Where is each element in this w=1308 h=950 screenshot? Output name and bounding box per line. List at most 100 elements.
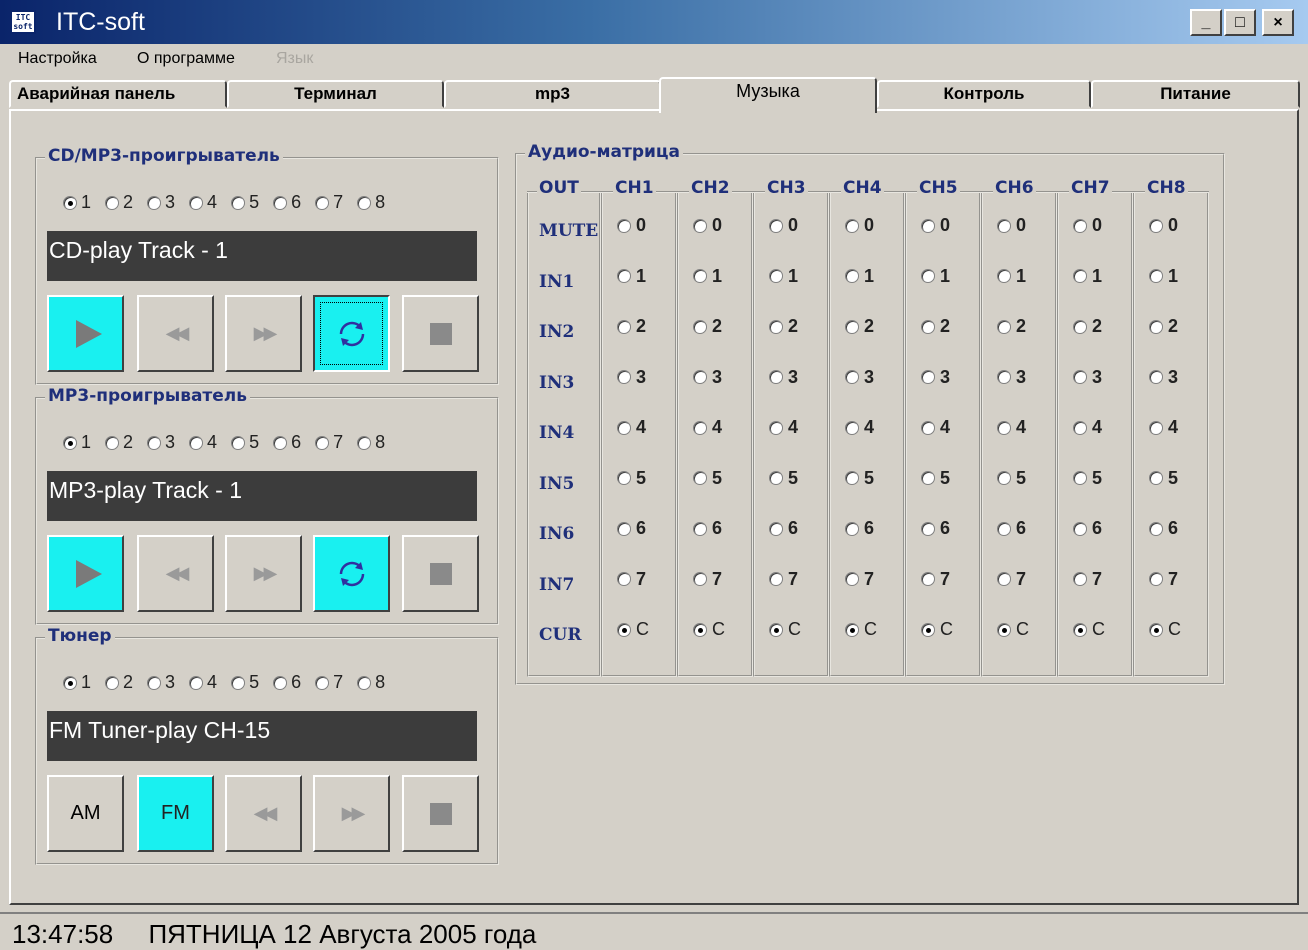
matrix-route-option[interactable]: 1 — [845, 266, 874, 287]
matrix-route-option[interactable]: 3 — [693, 367, 722, 388]
radio-icon[interactable] — [1073, 521, 1087, 536]
matrix-route-option[interactable]: 0 — [997, 215, 1026, 236]
matrix-route-option[interactable]: 0 — [769, 215, 798, 236]
matrix-route-option[interactable]: 3 — [921, 367, 950, 388]
tab-terminal[interactable]: Терминал — [227, 80, 444, 108]
matrix-route-option[interactable]: C — [997, 619, 1029, 640]
matrix-route-option[interactable]: 7 — [617, 569, 646, 590]
radio-icon[interactable] — [1149, 471, 1163, 485]
tuner-preset-option[interactable]: 1 — [63, 672, 91, 693]
fm-button[interactable]: FM — [137, 775, 214, 852]
matrix-route-option[interactable]: 6 — [693, 518, 722, 539]
am-button[interactable]: AM — [47, 775, 124, 852]
mp3-source-option[interactable]: 1 — [63, 432, 91, 453]
radio-icon[interactable] — [315, 195, 330, 210]
radio-icon[interactable] — [1073, 370, 1087, 384]
radio-icon[interactable] — [845, 218, 859, 233]
radio-icon[interactable] — [1149, 218, 1163, 233]
radio-icon[interactable] — [273, 675, 288, 690]
radio-icon[interactable] — [1073, 420, 1087, 435]
radio-icon[interactable] — [769, 370, 783, 384]
radio-icon[interactable] — [769, 521, 783, 536]
cd-stop-button[interactable] — [402, 295, 479, 372]
matrix-route-option[interactable]: 0 — [1073, 215, 1102, 236]
matrix-route-option[interactable]: 7 — [997, 569, 1026, 590]
radio-icon[interactable] — [357, 675, 372, 690]
matrix-route-option[interactable]: 0 — [1149, 215, 1178, 236]
radio-icon[interactable] — [845, 572, 859, 586]
matrix-route-option[interactable]: 1 — [997, 266, 1026, 287]
radio-icon[interactable] — [617, 370, 631, 384]
cd-play-button[interactable] — [47, 295, 124, 372]
tuner-stop-button[interactable] — [402, 775, 479, 852]
radio-icon[interactable] — [1073, 218, 1087, 233]
radio-icon[interactable] — [357, 195, 372, 210]
matrix-route-option[interactable]: 7 — [693, 569, 722, 590]
cd-source-option[interactable]: 1 — [63, 192, 91, 213]
radio-icon[interactable] — [845, 471, 859, 485]
matrix-route-option[interactable]: 0 — [617, 215, 646, 236]
cd-source-option[interactable]: 4 — [189, 192, 217, 213]
radio-icon[interactable] — [617, 218, 631, 233]
tuner-seek-down-button[interactable]: ◀◀ — [225, 775, 302, 852]
radio-icon[interactable] — [1073, 572, 1087, 586]
radio-icon[interactable] — [997, 370, 1011, 384]
cd-source-option[interactable]: 2 — [105, 192, 133, 213]
radio-icon[interactable] — [769, 471, 783, 485]
radio-icon[interactable] — [769, 622, 783, 637]
radio-icon[interactable] — [997, 471, 1011, 485]
matrix-route-option[interactable]: 6 — [845, 518, 874, 539]
radio-icon[interactable] — [769, 269, 783, 283]
matrix-route-option[interactable]: C — [693, 619, 725, 640]
close-button[interactable]: × — [1262, 9, 1294, 36]
radio-icon[interactable] — [617, 622, 631, 637]
tab-power[interactable]: Питание — [1091, 80, 1300, 108]
radio-icon[interactable] — [845, 269, 859, 283]
matrix-route-option[interactable]: 4 — [997, 417, 1026, 438]
maximize-button[interactable]: □ — [1224, 9, 1256, 36]
radio-icon[interactable] — [997, 572, 1011, 586]
menu-settings[interactable]: Настройка — [18, 50, 97, 68]
radio-icon[interactable] — [845, 521, 859, 536]
matrix-route-option[interactable]: 7 — [1149, 569, 1178, 590]
matrix-route-option[interactable]: 4 — [845, 417, 874, 438]
mp3-source-option[interactable]: 8 — [357, 432, 385, 453]
matrix-route-option[interactable]: 2 — [845, 316, 874, 337]
matrix-route-option[interactable]: 3 — [997, 367, 1026, 388]
matrix-route-option[interactable]: C — [617, 619, 649, 640]
matrix-route-option[interactable]: 2 — [1073, 316, 1102, 337]
matrix-route-option[interactable]: 5 — [769, 468, 798, 489]
radio-icon[interactable] — [921, 370, 935, 384]
radio-icon[interactable] — [617, 269, 631, 283]
matrix-route-option[interactable]: 4 — [1149, 417, 1178, 438]
radio-icon[interactable] — [921, 420, 935, 435]
matrix-route-option[interactable]: 0 — [693, 215, 722, 236]
mp3-source-option[interactable]: 4 — [189, 432, 217, 453]
radio-icon[interactable] — [315, 435, 330, 450]
radio-icon[interactable] — [1149, 319, 1163, 334]
radio-icon[interactable] — [63, 195, 77, 210]
radio-icon[interactable] — [997, 622, 1011, 637]
matrix-route-option[interactable]: 4 — [921, 417, 950, 438]
mp3-source-option[interactable]: 2 — [105, 432, 133, 453]
matrix-route-option[interactable]: C — [1073, 619, 1105, 640]
matrix-route-option[interactable]: C — [921, 619, 953, 640]
radio-icon[interactable] — [921, 471, 935, 485]
mp3-forward-button[interactable]: ▶▶ — [225, 535, 302, 612]
matrix-route-option[interactable]: 7 — [769, 569, 798, 590]
radio-icon[interactable] — [769, 218, 783, 233]
radio-icon[interactable] — [315, 675, 330, 690]
radio-icon[interactable] — [693, 521, 707, 536]
radio-icon[interactable] — [769, 319, 783, 334]
matrix-route-option[interactable]: 4 — [769, 417, 798, 438]
radio-icon[interactable] — [63, 435, 77, 450]
minimize-button[interactable]: _ — [1190, 9, 1222, 36]
radio-icon[interactable] — [693, 370, 707, 384]
cd-rewind-button[interactable]: ◀◀ — [137, 295, 214, 372]
tab-control[interactable]: Контроль — [877, 80, 1091, 108]
cd-source-option[interactable]: 7 — [315, 192, 343, 213]
tuner-seek-up-button[interactable]: ▶▶ — [313, 775, 390, 852]
radio-icon[interactable] — [769, 420, 783, 435]
mp3-play-button[interactable] — [47, 535, 124, 612]
radio-icon[interactable] — [845, 370, 859, 384]
